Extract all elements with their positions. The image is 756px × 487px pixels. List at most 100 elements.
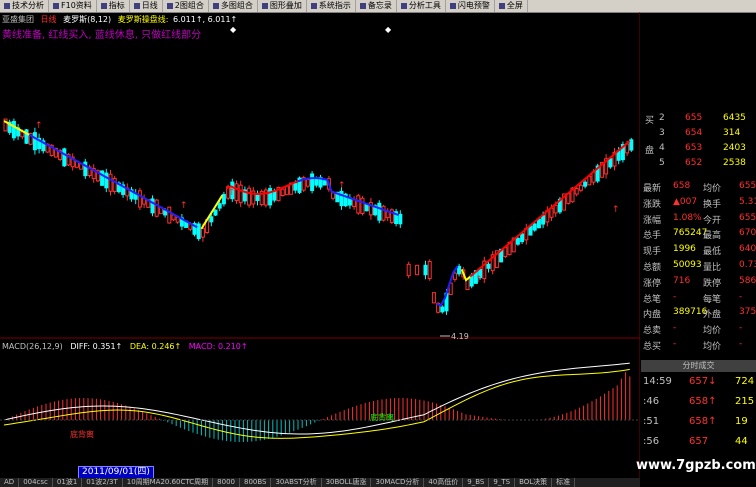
trade-price: 657	[689, 436, 709, 447]
candle-body	[209, 216, 214, 223]
candle-body	[452, 272, 457, 280]
candle	[167, 206, 172, 224]
candle-body	[427, 261, 432, 279]
candle-body	[406, 263, 411, 277]
candle-body	[608, 158, 613, 168]
candle	[377, 200, 382, 224]
stat-label: 今开	[703, 215, 722, 226]
bid-row: 3 654 314	[641, 127, 756, 141]
buy-arrow-icon: ↑	[475, 275, 483, 285]
indicator-tab[interactable]: 30MACD分析	[371, 478, 425, 487]
candle	[112, 175, 117, 195]
chart-area[interactable]: ↑ ↑ ↑ ↑ ↑ ↑ ◆ ◆ 4.19 底背离 底背离	[0, 0, 640, 478]
candle	[251, 186, 256, 209]
candle-body	[377, 202, 382, 221]
indicator-tab[interactable]: AD	[0, 478, 20, 487]
indicator-tab[interactable]: 004csc	[19, 478, 53, 487]
trade-time: :56	[643, 436, 660, 447]
indicator-tab[interactable]: 9_BS	[463, 478, 490, 487]
indicator-tab[interactable]: 40高低价	[424, 478, 464, 487]
candle	[108, 169, 113, 196]
stat-value: 670	[739, 228, 756, 239]
candle	[91, 164, 96, 183]
trade-time: :46	[643, 396, 660, 407]
indicator-tab[interactable]: 8000	[213, 478, 240, 487]
candle-body	[331, 192, 336, 199]
trade-volume: 44	[735, 436, 748, 447]
trade-volume: 724	[735, 376, 755, 387]
bid-level: 2	[659, 113, 665, 123]
candle-body	[322, 180, 327, 186]
candle	[322, 180, 327, 186]
stat-label: 换手	[703, 199, 722, 210]
candle	[238, 180, 243, 208]
stat-label: 总买	[643, 342, 662, 352]
stat-value: 0.73	[739, 260, 756, 270]
stat-label: 最低	[703, 247, 722, 258]
buy-arrow-icon: ↑	[338, 181, 346, 191]
indicator-tab[interactable]: 800BS	[240, 478, 272, 487]
candle	[125, 183, 130, 201]
stat-row: 涨停 716 跌停 586	[641, 275, 756, 289]
bid-volume: 314	[723, 128, 741, 138]
bid-level: 4	[659, 143, 665, 153]
bid-price: 654	[685, 128, 703, 138]
candle	[242, 186, 247, 205]
candle-body	[339, 190, 344, 207]
candle	[406, 261, 411, 279]
candle-body	[520, 233, 525, 243]
stat-label: 总笔	[643, 294, 662, 305]
candle	[427, 259, 432, 281]
candle-body	[167, 206, 172, 224]
candle-body	[280, 188, 285, 197]
indicator-tab[interactable]: 标准	[552, 478, 576, 487]
candle-body	[578, 184, 583, 191]
divergence-label-right: 底背离	[370, 412, 394, 422]
stat-value: 586	[739, 275, 756, 286]
stat-value: 50093	[673, 260, 702, 270]
candle-body	[196, 223, 201, 240]
stat-value: ▲007	[673, 196, 698, 207]
bid-volume: 2403	[723, 143, 746, 153]
trade-row: :51 658↑ 19	[641, 414, 756, 432]
candle-body	[293, 183, 298, 191]
bid-price: 653	[685, 143, 703, 153]
candle	[394, 208, 399, 227]
candle-body	[360, 197, 365, 214]
candle-body	[415, 264, 420, 276]
candle	[16, 124, 21, 140]
indicator-tab[interactable]: 01波2/3T	[82, 478, 123, 487]
bid-row: 盘 4 653 2403	[641, 142, 756, 156]
star-marker-icon: ◆	[230, 25, 237, 34]
candle-body	[629, 139, 634, 151]
stat-value: 1996	[673, 244, 696, 255]
candle	[347, 194, 352, 209]
indicator-tab[interactable]: BOL决策	[515, 478, 553, 487]
bid-volume: 6435	[723, 113, 746, 123]
candle	[301, 175, 306, 193]
bid-volume: 2538	[723, 158, 746, 168]
candle	[192, 221, 197, 237]
bid-price: 655	[685, 113, 703, 123]
diff-line	[3, 362, 630, 435]
candle	[32, 127, 37, 155]
indicator-tab[interactable]: 10周期MA20.60CTC周期	[123, 478, 214, 487]
stat-row: 涨幅 1.08% 今开 655	[641, 212, 756, 226]
indicator-tab[interactable]: 30ABST分析	[271, 478, 322, 487]
trade-volume: 215	[735, 396, 755, 407]
candle	[154, 198, 159, 218]
stat-row: 最新 658 均价 655	[641, 180, 756, 194]
indicator-tab[interactable]: 01波1	[53, 478, 83, 487]
candle-body	[457, 265, 462, 275]
low-price-label: 4.19	[451, 332, 469, 341]
indicator-tabs: AD 004csc 01波1 01波2/3T 10周期MA20.60CTC周期 8000 8…	[0, 478, 640, 487]
quote-panel: 买 2 655 6435 3 654 314 盘 4 653 2403 5 652 2538 最新 658 均价…	[641, 112, 756, 358]
stat-value: 5.31%	[739, 196, 756, 207]
line-segment-blue	[28, 133, 198, 229]
candle	[70, 153, 75, 171]
indicator-tab[interactable]: 30BOLL唐涨	[322, 478, 372, 487]
divergence-label-left: 底背离	[70, 429, 94, 439]
candle-body	[515, 237, 520, 245]
indicator-tab[interactable]: 9_TS	[489, 478, 516, 487]
candle-body	[32, 132, 37, 151]
